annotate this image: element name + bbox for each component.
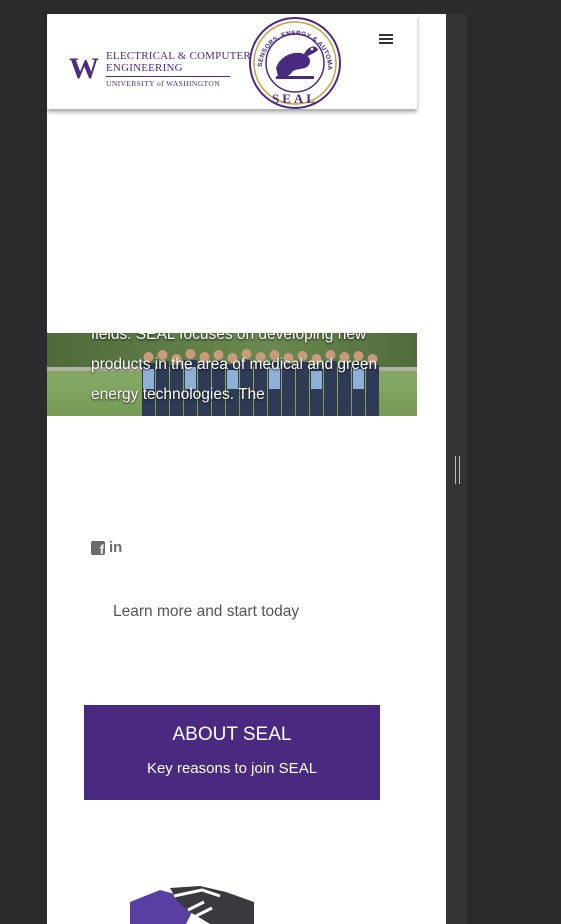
social-links: in bbox=[91, 540, 122, 557]
uw-logo-text: ELECTRICAL & COMPUTER ENGINEERING UNIVER… bbox=[106, 50, 251, 88]
handshake-icon bbox=[130, 886, 254, 924]
facebook-icon[interactable] bbox=[91, 541, 105, 557]
learn-more-text: Learn more and start today bbox=[113, 603, 300, 620]
uw-logo-line1: ELECTRICAL & COMPUTER bbox=[106, 50, 251, 62]
uw-logo-line3: UNIVERSITY of WASHINGTON bbox=[106, 79, 221, 88]
hero-description: fields. SEAL focuses on developing new p… bbox=[91, 333, 378, 403]
seal-lab-logo[interactable]: SENSORS, ENERGY & AUTOMATION LABORATORY … bbox=[248, 16, 342, 110]
uw-ece-logo[interactable]: W ELECTRICAL & COMPUTER ENGINEERING UNIV… bbox=[69, 50, 251, 88]
uw-logo-divider bbox=[106, 76, 230, 77]
hero-banner: fields. SEAL focuses on developing new p… bbox=[47, 333, 417, 416]
about-subtitle: Key reasons to join SEAL bbox=[146, 760, 318, 777]
resize-handle[interactable] bbox=[455, 456, 460, 484]
uw-logo-line2: ENGINEERING bbox=[106, 62, 183, 74]
seal-logo-name: SEAL bbox=[272, 91, 318, 106]
about-seal-button[interactable]: ABOUT SEAL Key reasons to join SEAL bbox=[84, 705, 380, 800]
hamburger-menu-icon[interactable] bbox=[379, 34, 393, 48]
uw-w-mark: W bbox=[69, 52, 99, 85]
linkedin-icon[interactable]: in bbox=[109, 540, 122, 555]
site-header: W ELECTRICAL & COMPUTER ENGINEERING UNIV… bbox=[47, 14, 417, 109]
about-title: ABOUT SEAL bbox=[172, 724, 292, 745]
